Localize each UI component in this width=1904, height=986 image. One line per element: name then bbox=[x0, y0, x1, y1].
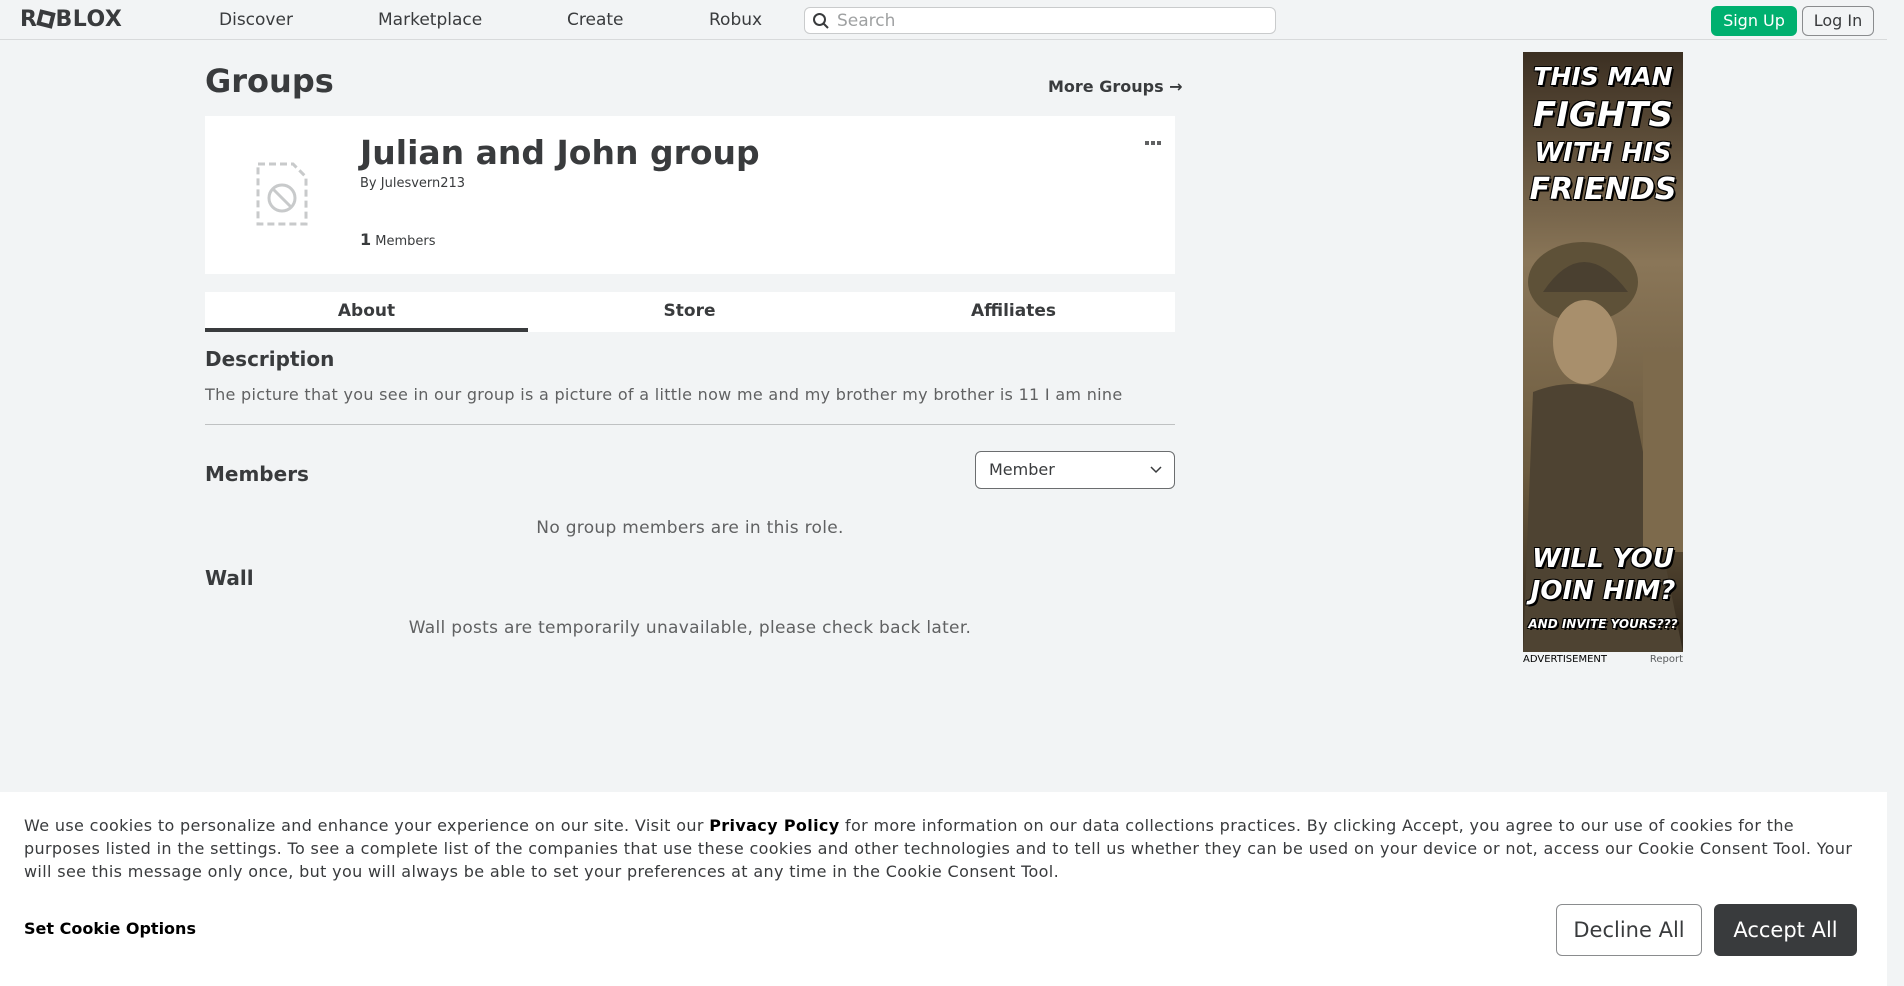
members-empty-message: No group members are in this role. bbox=[536, 518, 844, 538]
ad-footer: ADVERTISEMENT Report bbox=[1523, 654, 1683, 668]
tab-store[interactable]: Store bbox=[528, 292, 851, 332]
report-ad-link[interactable]: Report bbox=[1650, 654, 1683, 665]
search-input[interactable] bbox=[837, 8, 1267, 33]
privacy-policy-link[interactable]: Privacy Policy bbox=[709, 816, 839, 835]
nav-robux[interactable]: Robux bbox=[709, 0, 762, 40]
wall-title: Wall bbox=[205, 566, 254, 590]
search-box[interactable] bbox=[804, 7, 1276, 34]
more-options-icon[interactable] bbox=[1145, 130, 1165, 145]
tab-affiliates[interactable]: Affiliates bbox=[852, 292, 1175, 332]
nav-create[interactable]: Create bbox=[567, 0, 624, 40]
tab-about[interactable]: About bbox=[205, 292, 528, 332]
ad-line-7: AND INVITE YOURS??? bbox=[1528, 617, 1678, 631]
group-owner: By Julesvern213 bbox=[360, 176, 465, 191]
advertisement-label: ADVERTISEMENT bbox=[1523, 654, 1608, 665]
cookie-consent-banner: We use cookies to personalize and enhanc… bbox=[0, 792, 1887, 986]
ad-line-6: JOIN HIM? bbox=[1530, 576, 1676, 606]
page-title: Groups bbox=[205, 62, 334, 100]
description-text: The picture that you see in our group is… bbox=[205, 385, 1123, 404]
by-label: By bbox=[360, 176, 377, 191]
more-groups-link[interactable]: More Groups → bbox=[1048, 77, 1183, 96]
cookie-message: We use cookies to personalize and enhanc… bbox=[24, 814, 1874, 883]
group-header-card: Julian and John group By Julesvern213 1 … bbox=[205, 116, 1175, 274]
decline-all-button[interactable]: Decline All bbox=[1556, 904, 1702, 956]
ad-line-1: THIS MAN bbox=[1533, 62, 1673, 91]
ad-line-4: FRIENDS bbox=[1529, 172, 1677, 207]
accept-all-button[interactable]: Accept All bbox=[1714, 904, 1857, 956]
ad-line-2: FIGHTS bbox=[1533, 95, 1673, 135]
nav-marketplace[interactable]: Marketplace bbox=[378, 0, 482, 40]
top-navigation-bar: R BLOX Discover Marketplace Create Robux … bbox=[0, 0, 1904, 40]
ad-line-5: WILL YOU bbox=[1532, 544, 1674, 574]
advertisement-banner[interactable]: THIS MAN FIGHTS WITH HIS FRIENDS WILL YO… bbox=[1523, 52, 1683, 652]
group-tabs: About Store Affiliates bbox=[205, 292, 1175, 332]
cookie-text-before: We use cookies to personalize and enhanc… bbox=[24, 816, 710, 835]
description-title: Description bbox=[205, 347, 335, 371]
set-cookie-options-link[interactable]: Set Cookie Options bbox=[24, 919, 196, 938]
section-divider bbox=[205, 424, 1175, 425]
search-icon bbox=[813, 13, 829, 29]
nav-discover[interactable]: Discover bbox=[219, 0, 293, 40]
members-title: Members bbox=[205, 462, 309, 486]
chevron-down-icon bbox=[1150, 466, 1162, 474]
role-select-dropdown[interactable]: Member bbox=[975, 451, 1175, 489]
owner-link[interactable]: Julesvern213 bbox=[381, 176, 465, 191]
role-select-value: Member bbox=[989, 460, 1055, 479]
roblox-logo[interactable]: R BLOX bbox=[20, 8, 122, 32]
log-in-button[interactable]: Log In bbox=[1802, 6, 1874, 36]
group-name: Julian and John group bbox=[360, 133, 760, 172]
member-count-number: 1 bbox=[360, 230, 372, 249]
member-count: 1 Members bbox=[360, 230, 436, 249]
group-emblem-placeholder-icon bbox=[256, 162, 308, 226]
scrollbar-track[interactable] bbox=[1887, 0, 1904, 986]
wall-unavailable-message: Wall posts are temporarily unavailable, … bbox=[408, 618, 972, 638]
sign-up-button[interactable]: Sign Up bbox=[1711, 6, 1797, 36]
member-count-label: Members bbox=[375, 234, 436, 249]
ad-line-3: WITH HIS bbox=[1534, 138, 1672, 168]
